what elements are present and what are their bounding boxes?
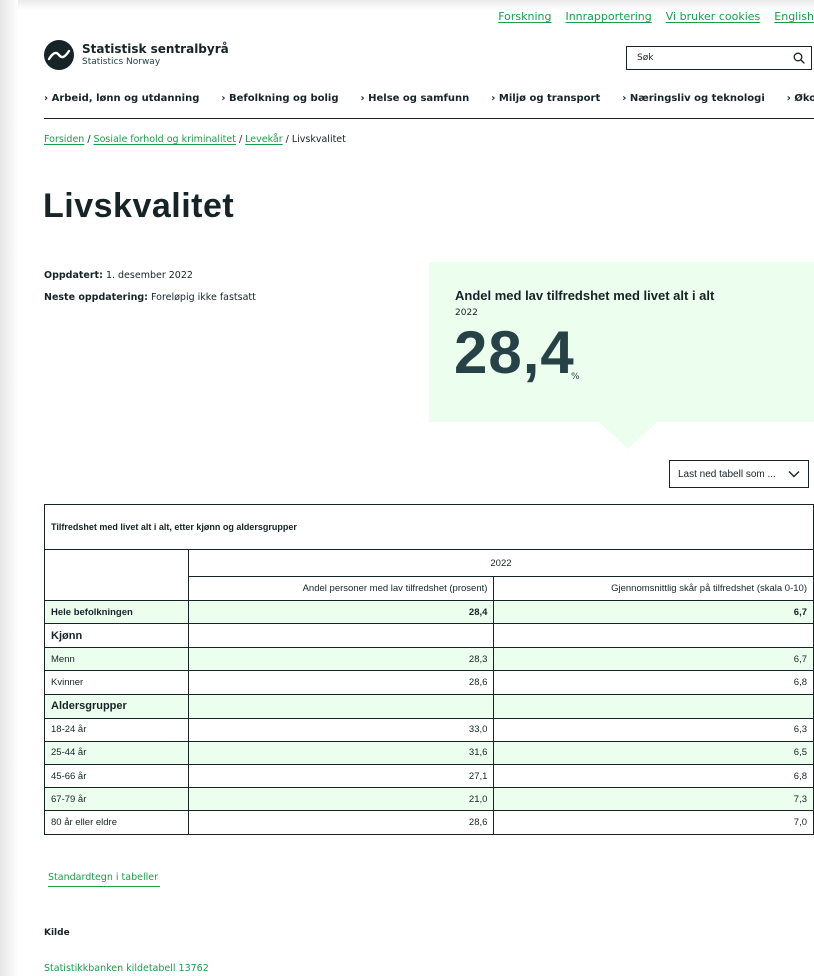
cell-share: 28,6 (187, 810, 495, 835)
cell-score: 6,7 (493, 647, 814, 672)
window-left-edge (0, 0, 18, 976)
breadcrumb-separator: / (87, 134, 91, 145)
nav-befolkning[interactable]: › Befolkning og bolig (221, 93, 338, 104)
breadcrumb-current: Livskvalitet (291, 134, 346, 145)
cell-share: 28,6 (187, 670, 495, 695)
row-label: Menn (44, 647, 189, 672)
cell-share (187, 623, 495, 649)
main-nav: › Arbeid, lønn og utdanning › Befolkning… (44, 93, 814, 104)
cell-share (187, 693, 495, 719)
group-label: Kjønn (44, 623, 189, 649)
updated-label: Oppdatert: (44, 270, 103, 281)
row-label: 45-66 år (44, 763, 189, 789)
search-input[interactable]: Søk (626, 46, 812, 70)
row-label: 25-44 år (44, 740, 189, 765)
cell-share: 31,6 (187, 740, 495, 765)
cell-score (493, 623, 814, 649)
standard-symbols-label: Standardtegn i tabeller (48, 872, 158, 883)
row-label: Kvinner (44, 670, 189, 695)
table-group-row: Kjønn (44, 623, 814, 649)
download-label: Last ned tabell som ... (678, 468, 776, 480)
top-link-cookies[interactable]: Vi bruker cookies (666, 10, 761, 23)
table-year-header: 2022 (187, 549, 814, 577)
nav-naeringsliv[interactable]: › Næringsliv og teknologi (622, 93, 765, 104)
row-label: 67-79 år (44, 787, 189, 812)
table-caption: Tilfredshet med livet alt i alt, etter k… (44, 504, 814, 550)
table-row: Hele befolkningen 28,4 6,7 (44, 599, 814, 625)
search-icon[interactable] (793, 52, 805, 64)
breadcrumb-separator: / (285, 134, 289, 145)
standard-symbols-link[interactable]: Standardtegn i tabeller (48, 872, 158, 883)
ssb-logo-icon (44, 40, 74, 70)
breadcrumb-separator: / (238, 134, 243, 145)
table-row: Kvinner 28,6 6,8 (44, 670, 814, 695)
top-link-english[interactable]: English (774, 10, 814, 23)
table-row: 18-24 år 33,0 6,3 (44, 717, 814, 742)
cell-score: 6,5 (493, 740, 814, 765)
breadcrumb-levekar[interactable]: Levekår (245, 134, 283, 145)
updated-value: 1. desember 2022 (105, 270, 193, 281)
cell-score (493, 693, 814, 719)
top-link-forskning[interactable]: Forskning (498, 10, 551, 23)
nav-okonomi[interactable]: › Økonomi (787, 93, 814, 104)
logo-name: Statistisk sentralbyrå (82, 41, 229, 56)
cell-score: 6,3 (493, 717, 814, 742)
top-link-innrapportering[interactable]: Innrapportering (565, 10, 651, 23)
nav-miljo[interactable]: › Miljø og transport (491, 93, 600, 104)
cell-share: 21,0 (187, 787, 495, 812)
cell-share: 33,0 (187, 717, 495, 742)
row-label: Hele befolkningen (44, 599, 189, 625)
key-figure-value: 28,4 (454, 319, 575, 386)
nav-divider (44, 118, 814, 119)
cell-score: 6,8 (493, 670, 814, 695)
table-row: 80 år eller eldre 28,6 7,0 (44, 810, 814, 835)
cell-score: 7,0 (493, 810, 814, 835)
cell-share: 28,4 (187, 599, 495, 625)
row-label: 18-24 år (44, 717, 189, 742)
table-row: 45-66 år 27,1 6,8 (44, 763, 814, 789)
key-figure-unit: % (571, 372, 580, 382)
window-top-edge (0, 0, 814, 10)
cell-score: 6,8 (493, 763, 814, 789)
statistics-table: Tilfredshet med livet alt i alt, etter k… (44, 504, 814, 835)
cell-share: 28,3 (187, 647, 495, 672)
top-links: Forskning Innrapportering Vi bruker cook… (498, 10, 814, 23)
table-row: 25-44 år 31,6 6,5 (44, 740, 814, 765)
page-title: Livskvalitet (43, 187, 235, 225)
source-heading: Kilde (44, 928, 70, 938)
breadcrumb-sosiale-forhold[interactable]: Sosiale forhold og kriminalitet (94, 134, 236, 145)
next-update-label: Neste oppdatering: (44, 292, 148, 303)
table-row: Menn 28,3 6,7 (44, 647, 814, 672)
column-header-score: Gjennomsnittlig skår på tilfredshet (ska… (493, 576, 814, 601)
site-logo[interactable]: Statistisk sentralbyrå Statistics Norway (44, 40, 229, 70)
table-group-row: Aldersgrupper (44, 693, 814, 719)
nav-helse[interactable]: › Helse og samfunn (361, 93, 470, 104)
breadcrumb: Forsiden / Sosiale forhold og kriminalitet… (44, 134, 346, 145)
column-header-share: Andel personer med lav tilfredshet (pros… (187, 576, 495, 601)
chevron-down-icon (788, 471, 800, 478)
cell-score: 7,3 (493, 787, 814, 812)
logo-subtitle: Statistics Norway (82, 56, 161, 67)
table-corner-cell (44, 549, 189, 601)
key-figure-pointer (598, 421, 658, 449)
breadcrumb-forsiden[interactable]: Forsiden (44, 134, 84, 145)
update-info: Oppdatert: 1. desember 2022 Neste oppdat… (44, 265, 256, 309)
cell-share: 27,1 (187, 763, 495, 789)
key-figure-title: Andel med lav tilfredshet med livet alt … (455, 288, 715, 303)
nav-arbeid[interactable]: › Arbeid, lønn og utdanning (44, 93, 199, 104)
group-label: Aldersgrupper (44, 693, 189, 719)
download-table-dropdown[interactable]: Last ned tabell som ... (669, 460, 809, 488)
search-placeholder: Søk (637, 53, 654, 63)
next-update-value: Foreløpig ikke fastsatt (151, 292, 256, 303)
table-row: 67-79 år 21,0 7,3 (44, 787, 814, 812)
row-label: 80 år eller eldre (44, 810, 189, 835)
standard-symbols-underline (48, 886, 160, 887)
key-figure-year: 2022 (455, 308, 478, 318)
source-link[interactable]: Statistikkbanken kildetabell 13762 (44, 963, 209, 974)
cell-score: 6,7 (493, 599, 814, 625)
